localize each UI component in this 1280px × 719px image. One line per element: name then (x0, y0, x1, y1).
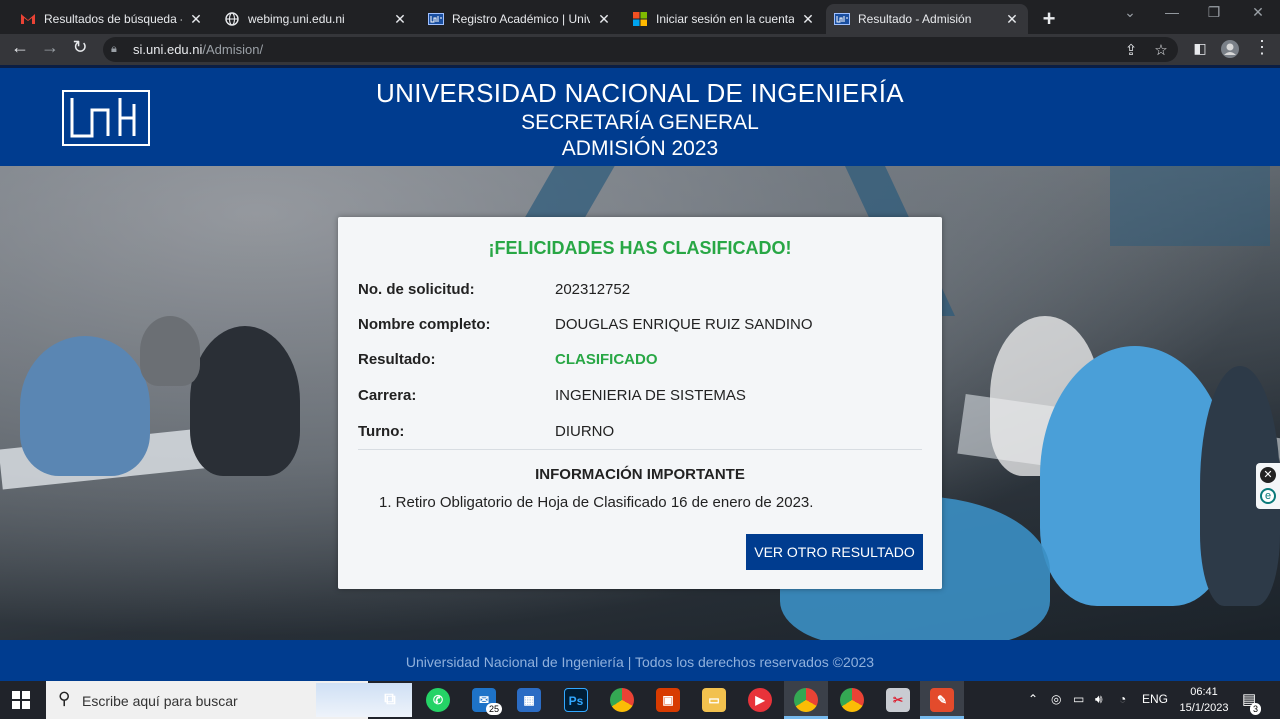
chrome-profile-icon[interactable] (840, 688, 864, 712)
important-info-title: INFORMACIÓN IMPORTANTE (535, 466, 745, 483)
field-value: INGENIERIA DE SISTEMAS (555, 387, 746, 404)
close-tab-icon[interactable]: ✕ (596, 11, 612, 28)
browser-tab-strip: Resultados de búsqueda - do ✕ webimg.uni… (0, 0, 1280, 34)
field-nombre: Nombre completo: DOUGLAS ENRIQUE RUIZ SA… (358, 316, 918, 336)
snipping-tool-icon[interactable]: ✂ (886, 688, 910, 712)
admission-year: ADMISIÓN 2023 (561, 137, 719, 160)
share-icon[interactable]: ⇪ (1121, 41, 1141, 59)
view-another-result-button[interactable]: VER OTRO RESULTADO (746, 534, 923, 570)
tab-registro[interactable]: Registro Académico | Univers ✕ (420, 4, 620, 34)
tab-title: Resultados de búsqueda - do (44, 12, 182, 26)
web-page: UNIVERSIDAD NACIONAL DE INGENIERÍA SECRE… (0, 65, 1280, 681)
minimize-button[interactable]: — (1160, 4, 1184, 20)
field-carrera: Carrera: INGENIERIA DE SISTEMAS (358, 387, 918, 407)
webcam-icon[interactable]: ◎ (1051, 692, 1061, 706)
url-path: /Admision/ (202, 42, 264, 57)
field-label: Nombre completo: (358, 316, 491, 333)
url-host: si.uni.edu.ni (133, 42, 203, 57)
university-name: UNIVERSIDAD NACIONAL DE INGENIERÍA (376, 78, 904, 108)
close-tab-icon[interactable]: ✕ (392, 11, 408, 28)
system-clock[interactable]: 06:41 15/1/2023 (1176, 684, 1232, 716)
forward-button[interactable]: → (38, 37, 62, 58)
taskbar-search-box[interactable]: ⚲ Escribe aquí para buscar (46, 681, 412, 719)
tab-webimg[interactable]: webimg.uni.edu.ni ✕ (216, 4, 416, 34)
site-footer: Universidad Nacional de Ingeniería | Tod… (0, 640, 1280, 681)
mail-unread-badge: 25 (486, 703, 503, 715)
field-label: Carrera: (358, 387, 417, 404)
department-name: SECRETARÍA GENERAL (521, 111, 759, 134)
task-view-icon[interactable]: ⧉ (378, 688, 402, 712)
field-value: 202312752 (555, 281, 631, 298)
file-explorer-icon[interactable]: ▭ (702, 688, 726, 712)
microsoft-icon (632, 11, 648, 27)
result-card: ¡FELICIDADES HAS CLASIFICADO! No. de sol… (338, 217, 942, 589)
volume-icon[interactable]: 🔊︎ (1095, 692, 1103, 707)
tab-microsoft-login[interactable]: Iniciar sesión en la cuenta ✕ (624, 4, 824, 34)
tab-title: Registro Académico | Univers (452, 12, 590, 26)
tab-title: Resultado - Admisión (858, 12, 972, 26)
chrome-profile-icon[interactable] (794, 688, 818, 712)
globe-icon (224, 11, 240, 27)
browser-toolbar: ← → ↻ 🔒︎ si.uni.edu.ni /Admision/ ⇪ ☆ ◧ … (0, 34, 1280, 65)
notification-count-badge: 3 (1250, 703, 1262, 715)
field-label: Resultado: (358, 351, 436, 368)
close-tab-icon[interactable]: ✕ (188, 11, 204, 28)
battery-icon[interactable]: ▭ (1073, 692, 1084, 706)
gmail-icon (20, 11, 36, 27)
field-solicitud: No. de solicitud: 202312752 (358, 281, 918, 301)
uni-icon (834, 11, 850, 27)
close-tab-icon[interactable]: ✕ (800, 11, 816, 28)
lock-icon[interactable]: 🔒︎ (111, 43, 125, 56)
office-icon[interactable]: ▣ (656, 688, 680, 712)
language-indicator[interactable]: ENG (1142, 692, 1168, 706)
search-icon: ⚲ (58, 689, 71, 708)
close-tab-icon[interactable]: ✕ (1004, 11, 1020, 28)
back-button[interactable]: ← (8, 37, 32, 58)
edge-extension-icon[interactable]: e (1260, 488, 1276, 504)
reload-button[interactable]: ↻ (68, 37, 92, 58)
wifi-icon[interactable]: ◔ (1119, 692, 1126, 706)
divider (358, 449, 922, 450)
uni-icon (428, 11, 444, 27)
field-label: No. de solicitud: (358, 281, 475, 298)
field-value: DIURNO (555, 423, 615, 440)
field-turno: Turno: DIURNO (358, 423, 918, 443)
site-header: UNIVERSIDAD NACIONAL DE INGENIERÍA SECRE… (0, 65, 1280, 166)
windows-taskbar: ⚲ Escribe aquí para buscar ⧉ ✆ ✉ 25 ▦ Ps… (0, 681, 1280, 719)
bookmark-star-icon[interactable]: ☆ (1151, 41, 1171, 59)
close-icon[interactable]: ✕ (1260, 467, 1276, 483)
profile-avatar[interactable] (1218, 39, 1242, 64)
media-player-icon[interactable]: ▶ (748, 688, 772, 712)
chrome-icon[interactable] (610, 688, 634, 712)
chevron-up-icon[interactable]: ⌃ (1028, 692, 1038, 706)
windows-start-icon[interactable] (12, 691, 30, 709)
close-window-button[interactable]: ✕ (1246, 4, 1270, 21)
menu-kebab-icon[interactable]: ⋮ (1250, 37, 1274, 58)
search-placeholder: Escribe aquí para buscar (82, 693, 238, 709)
photoshop-icon[interactable]: Ps (564, 688, 588, 712)
tab-title: webimg.uni.edu.ni (248, 12, 345, 26)
address-bar[interactable]: 🔒︎ si.uni.edu.ni /Admision/ ⇪ ☆ (103, 37, 1178, 62)
clock-time: 06:41 (1190, 686, 1218, 698)
accessibility-widget: ✕ e (1256, 463, 1280, 509)
microsoft-store-icon[interactable]: ▦ (517, 688, 541, 712)
tab-title: Iniciar sesión en la cuenta (656, 12, 794, 26)
tab-gmail[interactable]: Resultados de búsqueda - do ✕ (12, 4, 212, 34)
status-value: CLASIFICADO (555, 351, 658, 368)
side-panel-icon[interactable]: ◧ (1188, 40, 1212, 57)
field-value: DOUGLAS ENRIQUE RUIZ SANDINO (555, 316, 813, 333)
field-label: Turno: (358, 423, 405, 440)
maximize-button[interactable]: ❐ (1202, 4, 1226, 21)
field-resultado: Resultado: CLASIFICADO (358, 351, 918, 371)
whatsapp-icon[interactable]: ✆ (426, 688, 450, 712)
congratulations-title: ¡FELICIDADES HAS CLASIFICADO! (488, 238, 792, 258)
important-info-item: 1. Retiro Obligatorio de Hoja de Clasifi… (379, 494, 814, 511)
tab-resultado-admision[interactable]: Resultado - Admisión ✕ (826, 4, 1028, 34)
paint-icon[interactable]: ✎ (930, 688, 954, 712)
chevron-down-icon[interactable]: ⌄ (1118, 4, 1142, 21)
new-tab-button[interactable]: + (1040, 6, 1058, 32)
clock-date: 15/1/2023 (1179, 702, 1229, 714)
